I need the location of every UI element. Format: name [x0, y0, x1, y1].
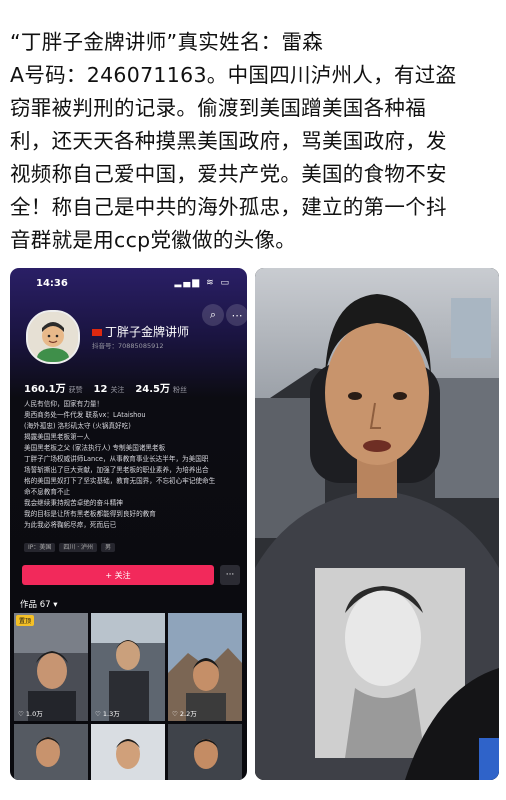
profile-screenshot-image[interactable]: 14:36 ▂▄▆ ≋ ▭ ⌕ ⋯ 丁胖子金牌讲师 抖音号：7088508591…	[10, 268, 247, 780]
more-icon[interactable]: ⋯	[226, 304, 247, 326]
follow-button[interactable]: + 关注	[22, 565, 214, 585]
like-count: ♡ 1.0万	[18, 710, 43, 718]
status-icons: ▂▄▆ ≋ ▭	[174, 278, 231, 288]
post-text: “丁胖子金牌讲师”真实姓名：雷森 A号码：246071163。中国四川泸州人，有…	[10, 26, 498, 257]
tag-gender: 男	[100, 543, 115, 552]
video-thumbnail[interactable]: 置顶 ♡ 1.0万	[14, 613, 88, 721]
following-count: 12	[93, 384, 108, 395]
post-line: 窃罪被判刑的记录。偷渡到美国蹭美国各种福	[10, 96, 426, 120]
avatar[interactable]	[26, 310, 80, 364]
bio-line: 美国黑老板之父 (家法执行人) 专制美国诸黑老板	[24, 444, 166, 452]
likes-count: 160.1万	[24, 384, 66, 395]
video-thumbnail[interactable]	[168, 724, 242, 780]
bio-line: 命不息教育不止	[24, 488, 71, 496]
bio-line: 我会继续秉持规苦卓绝的奋斗精神	[24, 499, 123, 507]
bio-line: 场誓斩撕出了巨大贡献，加强了黑老板的职业素养，为培养出合	[24, 466, 209, 474]
post-line: 全！称自己是中共的海外孤忠，建立的第一个抖	[10, 195, 447, 219]
person-photo-icon	[168, 613, 242, 721]
bio-line: (海外孤忠) 洛杉矶太守 (火锅真好吃)	[24, 422, 131, 430]
post-line: A号码：246071163。中国四川泸州人，有过盗	[10, 63, 457, 87]
bio-line: 为此我必将鞠躬尽瘁，死而后已	[24, 521, 117, 529]
followers-count: 24.5万	[135, 384, 170, 395]
video-thumbnail[interactable]	[14, 724, 88, 780]
status-bar: 14:36 ▂▄▆ ≋ ▭	[10, 278, 247, 294]
profile-id: 抖音号：70885085912	[92, 342, 164, 350]
search-icon[interactable]: ⌕	[202, 304, 224, 326]
car-selfie-photo[interactable]	[255, 268, 499, 780]
following-label: 关注	[110, 386, 125, 394]
bio-line: 格的美国黑奴打下了坚实基础，教育无国界，不忘初心牢记使命生	[24, 477, 216, 485]
man-in-car-photo-icon	[255, 268, 499, 780]
person-photo-icon	[168, 724, 242, 780]
tag-location: 四川 · 泸州	[59, 543, 98, 552]
post-line: 音群就是用ccp党徽做的头像。	[10, 228, 297, 252]
bio-line: 奥西商务处一件代发 联系vx：LAtaishou	[24, 411, 146, 419]
profile-bio: 人民有信仰，国家有力量！ 奥西商务处一件代发 联系vx：LAtaishou (海…	[24, 399, 238, 531]
cartoon-avatar-icon	[28, 312, 78, 362]
more-options-button[interactable]: ···	[220, 565, 240, 585]
tag-ip: IP：美国	[24, 543, 56, 552]
pinned-badge: 置顶	[16, 615, 35, 626]
profile-stats: 160.1万 获赞 12 关注 24.5万 粉丝	[24, 380, 195, 395]
bio-line: 我的目标是让所有黑老板都能得到良好的教育	[24, 510, 156, 518]
flag-icon	[92, 329, 102, 336]
post-line: “丁胖子金牌讲师”真实姓名：雷森	[10, 30, 324, 54]
video-thumbnail[interactable]	[91, 724, 165, 780]
bio-line: 丁胖子广场权威讲师Lance，从事教育事业长达半年，为美国职	[24, 455, 209, 463]
person-photo-icon	[91, 724, 165, 780]
bio-line: 人民有信仰，国家有力量！	[24, 400, 104, 408]
profile-tags: IP：美国 四川 · 泸州 男	[24, 542, 117, 552]
post-line: 利，还天天各种摸黑美国政府，骂美国政府，发	[10, 129, 447, 153]
person-photo-icon	[91, 613, 165, 721]
video-thumbnail[interactable]: ♡ 2.2万	[168, 613, 242, 721]
followers-label: 粉丝	[173, 386, 187, 394]
person-photo-icon	[14, 613, 88, 721]
works-tab[interactable]: 作品 67 ▾	[20, 598, 58, 610]
post-line: 视频称自己爱中国，爱共产党。美国的食物不安	[10, 162, 447, 186]
like-count: ♡ 1.3万	[95, 710, 120, 718]
likes-label: 获赞	[68, 386, 83, 394]
bio-line: 揭露美国黑老板第一人	[24, 433, 90, 441]
like-count: ♡ 2.2万	[172, 710, 197, 718]
profile-name: 丁胖子金牌讲师	[92, 323, 189, 340]
status-time: 14:36	[36, 278, 68, 289]
person-photo-icon	[14, 724, 88, 780]
video-thumbnail[interactable]: ♡ 1.3万	[91, 613, 165, 721]
